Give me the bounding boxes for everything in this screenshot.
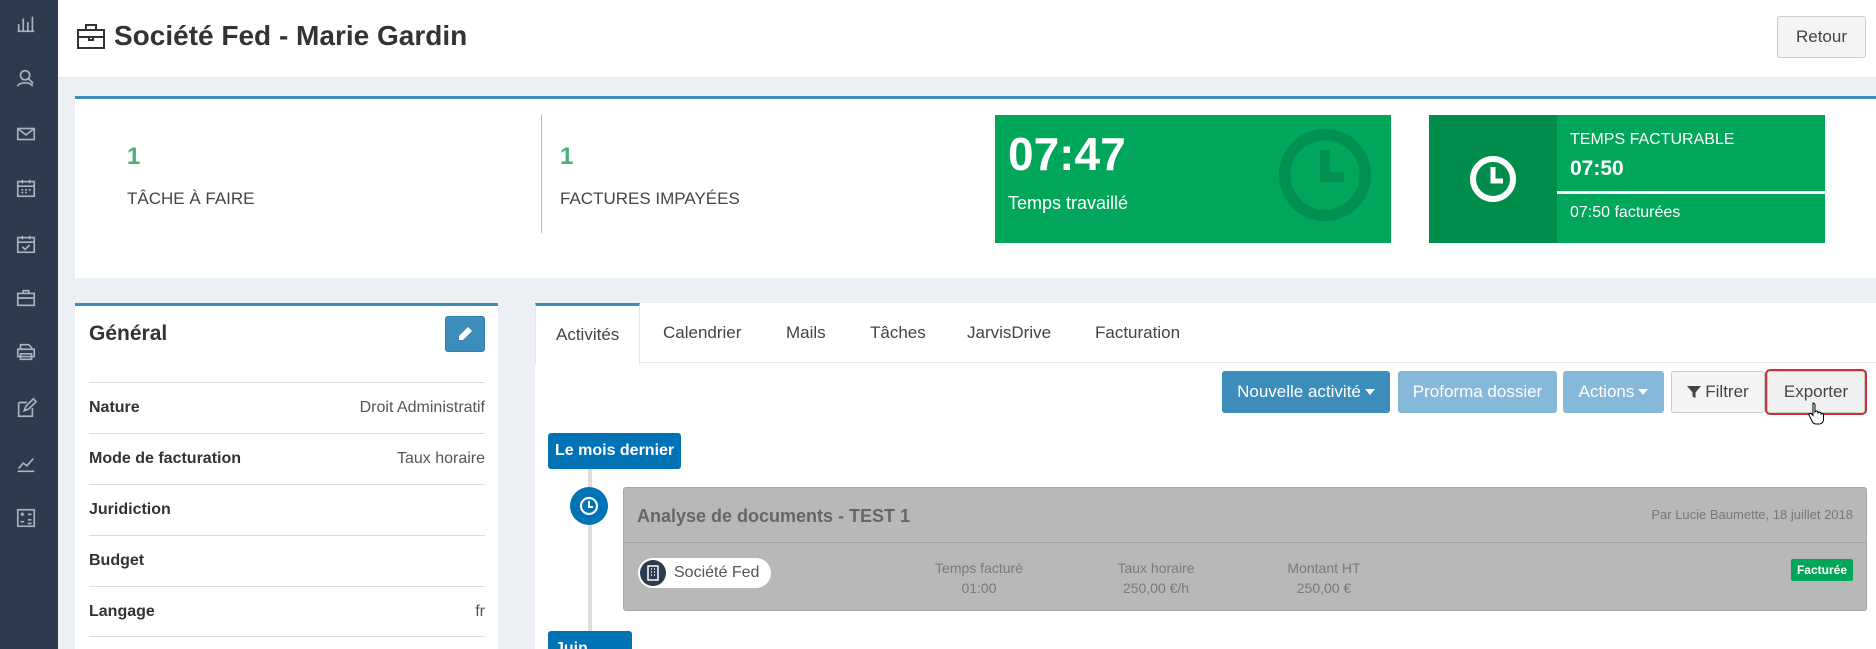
page-header: Société Fed - Marie Gardin Retour: [58, 0, 1876, 78]
activity-meta: Par Lucie Baumette, 18 juillet 2018: [1651, 507, 1853, 522]
tab-taches[interactable]: Tâches: [870, 303, 926, 363]
tab-calendrier[interactable]: Calendrier: [663, 303, 741, 363]
chart-icon[interactable]: [14, 452, 38, 476]
invoices-label: FACTURES IMPAYÉES: [560, 189, 740, 208]
worked-time-box: 07:47 Temps travaillé: [995, 115, 1391, 243]
activity-panel: Activités Calendrier Mails Tâches Jarvis…: [535, 303, 1876, 649]
timeline-dot: [570, 487, 608, 525]
amount-column: Montant HT 250,00 €: [1269, 558, 1379, 598]
activity-item[interactable]: Analyse de documents - TEST 1 Par Lucie …: [623, 487, 1867, 611]
calendar-check-icon[interactable]: [14, 232, 38, 256]
caret-down-icon: [1364, 389, 1375, 395]
dashboard-icon[interactable]: [14, 12, 38, 36]
actions-button[interactable]: Actions: [1563, 371, 1664, 413]
tasks-count: 1: [127, 143, 141, 170]
billable-label: TEMPS FACTURABLE: [1570, 131, 1735, 148]
amount-value: 250,00 €: [1296, 580, 1352, 596]
filter-icon: [1687, 386, 1702, 398]
building-icon: [640, 560, 666, 586]
page-title: Société Fed - Marie Gardin: [76, 20, 467, 52]
tasks-label: TÂCHE À FAIRE: [127, 189, 255, 208]
stats-panel: 1 TÂCHE À FAIRE 1 FACTURES IMPAYÉES 07:4…: [75, 96, 1876, 278]
calculator-icon[interactable]: [14, 506, 38, 530]
mail-icon[interactable]: [14, 122, 38, 146]
contacts-icon[interactable]: [14, 66, 38, 90]
filter-button[interactable]: Filtrer: [1671, 371, 1765, 413]
stat-invoices[interactable]: 1 FACTURES IMPAYÉES: [560, 143, 740, 209]
general-row: Langage fr: [89, 586, 485, 637]
edit-general-button[interactable]: [445, 316, 485, 352]
proforma-button[interactable]: Proforma dossier: [1398, 371, 1557, 413]
tab-bar: Activités Calendrier Mails Tâches Jarvis…: [535, 303, 1876, 364]
filter-label: Filtrer: [1705, 382, 1749, 401]
briefcase-icon[interactable]: [14, 286, 38, 310]
tab-activites[interactable]: Activités: [535, 303, 641, 364]
new-activity-label: Nouvelle activité: [1237, 382, 1361, 401]
general-title: Général: [89, 322, 168, 345]
billed-time-column: Temps facturé 01:00: [924, 558, 1034, 598]
general-row: Mode de facturation Taux horaire: [89, 433, 485, 484]
clock-icon: [579, 496, 599, 516]
billable-value: 07:50: [1570, 157, 1624, 180]
new-activity-button[interactable]: Nouvelle activité: [1222, 371, 1390, 413]
actions-label: Actions: [1578, 382, 1635, 401]
tab-jarvisdrive[interactable]: JarvisDrive: [967, 303, 1051, 363]
billed-time-label: Temps facturé: [935, 560, 1023, 576]
general-row: Nature Droit Administratif: [89, 382, 485, 433]
rate-value: 250,00 €/h: [1122, 580, 1190, 596]
briefcase-icon: [77, 24, 105, 49]
edit-icon[interactable]: [14, 396, 38, 420]
printer-icon[interactable]: [14, 340, 38, 364]
caret-down-icon: [1638, 389, 1649, 395]
billable-time-box: TEMPS FACTURABLE 07:50 07:50 facturées: [1429, 115, 1825, 243]
general-row-key: Juridiction: [89, 501, 171, 518]
amount-label: Montant HT: [1287, 560, 1361, 576]
tab-facturation[interactable]: Facturation: [1095, 303, 1180, 363]
timeline-group-label: Le mois dernier: [548, 433, 682, 469]
pencil-icon: [459, 327, 472, 340]
hand-cursor-icon: [1808, 402, 1824, 425]
divider: [624, 542, 1866, 543]
page-title-text: Société Fed - Marie Gardin: [114, 20, 468, 51]
general-row-value: Droit Administratif: [359, 399, 485, 416]
general-row-value: Taux horaire: [396, 450, 485, 467]
sidebar: [0, 0, 58, 649]
clock-icon: [1278, 128, 1372, 222]
back-button[interactable]: Retour: [1776, 16, 1866, 58]
tab-mails[interactable]: Mails: [786, 303, 826, 363]
rate-column: Taux horaire 250,00 €/h: [1101, 558, 1211, 598]
general-row-key: Mode de facturation: [89, 450, 242, 467]
rate-label: Taux horaire: [1117, 560, 1195, 576]
general-row-value: fr: [475, 602, 485, 620]
general-row-key: Budget: [89, 552, 145, 569]
worked-time-value: 07:47: [1008, 128, 1126, 180]
worked-time-label: Temps travaillé: [1008, 193, 1129, 213]
billable-icon-area: [1429, 115, 1557, 243]
invoices-count: 1: [560, 143, 574, 170]
stat-tasks[interactable]: 1 TÂCHE À FAIRE: [127, 143, 255, 209]
calendar-icon[interactable]: [14, 176, 38, 200]
billable-progress-bar: [1557, 191, 1825, 194]
client-name: Société Fed: [674, 564, 760, 581]
divider: [541, 115, 542, 233]
general-row-key: Nature: [89, 399, 140, 416]
general-row: Juridiction: [89, 484, 485, 535]
clock-icon: [1470, 156, 1516, 202]
general-row-key: Langage: [89, 602, 155, 620]
activity-title[interactable]: Analyse de documents - TEST 1: [637, 506, 910, 527]
billed-value: 07:50 facturées: [1570, 204, 1681, 221]
timeline-group-label: Juin 2018: [548, 631, 632, 649]
client-chip[interactable]: Société Fed: [638, 558, 772, 588]
general-panel: Général Nature Droit Administratif Mode …: [75, 303, 498, 649]
status-badge: Facturée: [1790, 559, 1853, 581]
general-row: Budget: [89, 535, 485, 586]
billed-time-value: 01:00: [961, 580, 997, 596]
